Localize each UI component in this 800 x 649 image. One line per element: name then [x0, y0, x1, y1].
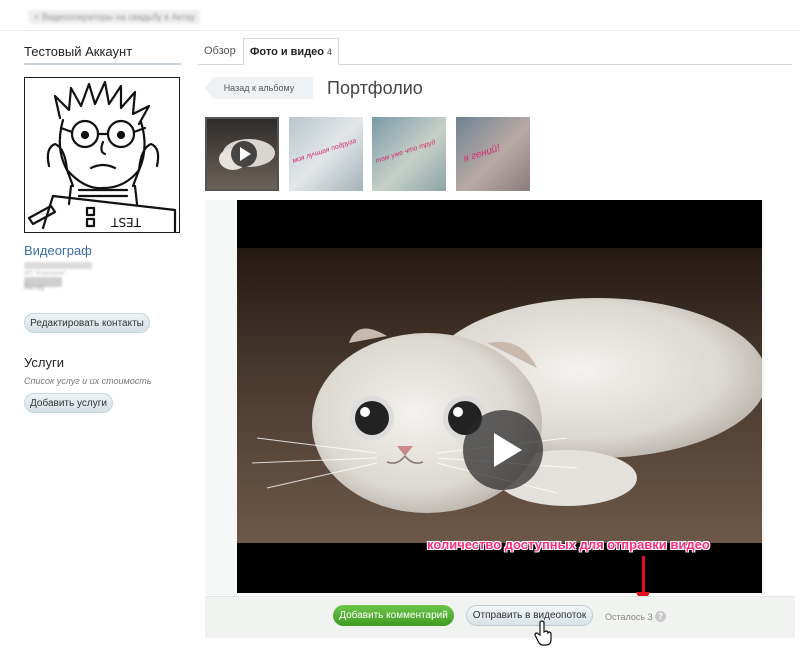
services-title: Услуги	[24, 355, 64, 370]
add-comment-button[interactable]: Добавить комментарий	[333, 605, 454, 626]
tab-photo-video-label: Фото и видео	[250, 46, 325, 58]
thumbnail-caption: я гений!	[462, 142, 502, 165]
company-name: ИП "Компания"	[24, 262, 92, 277]
account-name: Тестовый Аккаунт	[24, 44, 133, 59]
avatar: TEST	[24, 77, 180, 234]
remaining-count: Осталось 3	[605, 612, 653, 622]
thumbnail-caption: моя лучшая подруга	[291, 137, 358, 165]
video-frame	[237, 248, 762, 543]
annotation-label: количество доступных для отправки видео	[427, 537, 710, 552]
breadcrumb[interactable]: < Видеооператоры на свадьбу в Актау	[28, 10, 200, 24]
help-icon[interactable]: ?	[655, 611, 666, 622]
play-button[interactable]	[463, 410, 543, 490]
edit-contacts-button[interactable]: Редактировать контакты	[24, 313, 150, 333]
services-subtitle: Список услуг и их стоимость	[24, 376, 152, 386]
thumbnail-caption: там уже что труд	[374, 138, 437, 165]
hand-cursor-icon	[534, 620, 552, 646]
tab-overview[interactable]: Обзор	[198, 38, 242, 64]
album-title: Портфолио	[327, 78, 423, 98]
tab-overview-label: Обзор	[204, 45, 236, 57]
tab-photo-video-count: 4	[327, 47, 333, 57]
back-to-album-button[interactable]: Назад к альбому	[205, 77, 313, 99]
thumbnail-photo-3[interactable]: я гений!	[456, 117, 530, 191]
thumbnail-photo-2[interactable]: там уже что труд	[372, 117, 446, 191]
account-underline	[24, 63, 181, 65]
svg-text:TEST: TEST	[110, 215, 142, 229]
avatar-drawing-icon: TEST	[27, 80, 177, 234]
role-link[interactable]: Видеограф	[24, 243, 92, 258]
tab-photo-video[interactable]: Фото и видео 4	[243, 38, 340, 65]
top-bar: < Видеооператоры на свадьбу в Актау	[0, 0, 800, 31]
thumbnail-cat-image	[219, 139, 275, 170]
annotation-arrow-line	[642, 556, 645, 596]
add-services-button[interactable]: Добавить услуги	[24, 393, 113, 413]
video-player[interactable]	[237, 200, 762, 593]
send-to-stream-button[interactable]: Отправить в видеопоток	[466, 605, 593, 626]
thumbnail-video[interactable]	[205, 117, 279, 191]
thumbnail-photo-1[interactable]: моя лучшая подруга	[289, 117, 363, 191]
cat-video-image	[237, 248, 762, 543]
city-name: Актау	[24, 277, 62, 292]
